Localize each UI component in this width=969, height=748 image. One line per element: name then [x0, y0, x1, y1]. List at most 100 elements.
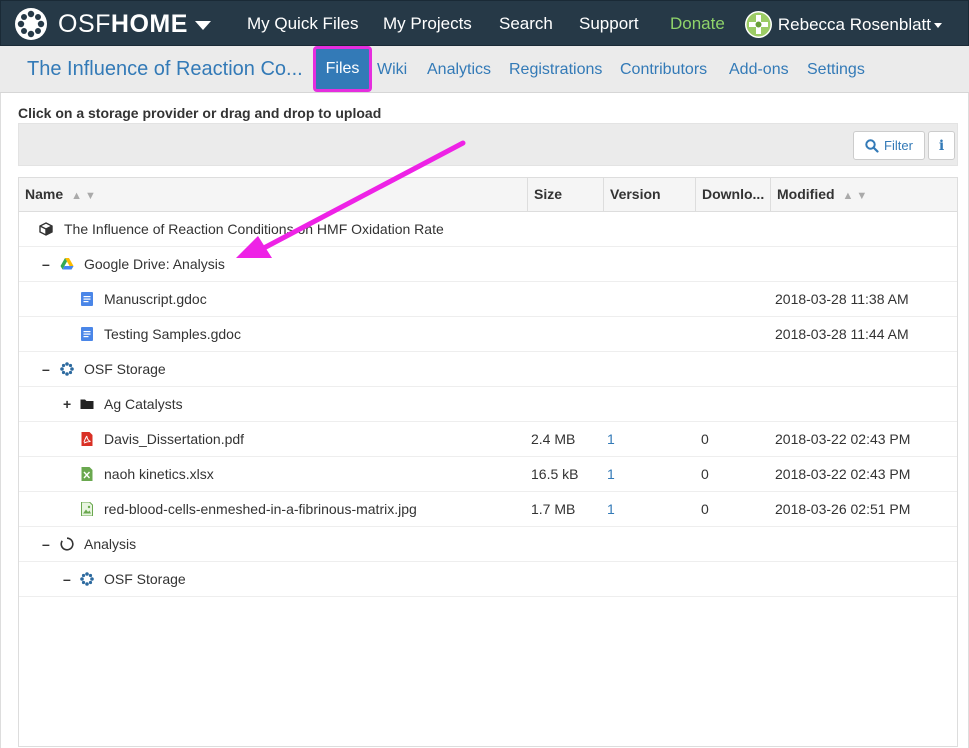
nav-my-projects[interactable]: My Projects	[383, 1, 472, 47]
avatar	[744, 11, 772, 38]
row-modified: 2018-03-28 11:44 AM	[775, 326, 909, 342]
collapse-toggle[interactable]: –	[42, 361, 50, 377]
row-name: Google Drive: Analysis	[84, 256, 225, 272]
table-row[interactable]: Manuscript.gdoc 2018-03-28 11:38 AM	[19, 282, 957, 317]
sort-icon[interactable]: ▲▼	[71, 180, 99, 212]
sort-icon[interactable]: ▲▼	[843, 180, 871, 212]
row-modified: 2018-03-28 11:38 AM	[775, 291, 909, 307]
osf-home-menu[interactable]: OSFHOME	[14, 7, 211, 41]
avatar-icon	[746, 12, 771, 37]
gdoc-icon	[81, 292, 93, 306]
user-name: Rebecca Rosenblatt	[777, 14, 931, 34]
table-row[interactable]: + Ag Catalysts	[19, 387, 957, 422]
column-size: Size	[528, 178, 604, 212]
row-downloads: 0	[701, 431, 709, 447]
tab-files[interactable]: Files	[313, 46, 372, 92]
brand-bold: HOME	[110, 9, 188, 38]
nav-label: Search	[499, 14, 553, 33]
nav-my-quick-files[interactable]: My Quick Files	[247, 1, 358, 47]
table-row[interactable]: – OSF Storage	[19, 562, 957, 597]
row-version-link[interactable]: 1	[607, 501, 615, 517]
row-modified: 2018-03-26 02:51 PM	[775, 501, 911, 517]
collapse-toggle[interactable]: –	[63, 571, 71, 587]
tab-registrations[interactable]: Registrations	[509, 61, 602, 79]
column-label: Name	[25, 186, 64, 202]
row-name: naoh kinetics.xlsx	[104, 466, 214, 482]
nav-label: My Quick Files	[247, 14, 359, 33]
top-navbar: OSFHOME My Quick Files My Projects Searc…	[0, 0, 969, 46]
project-navbar: The Influence of Reaction Co... Files Wi…	[0, 46, 969, 93]
caret-down-icon	[934, 23, 942, 28]
nav-label: Donate	[670, 14, 725, 33]
row-modified: 2018-03-22 02:43 PM	[775, 431, 911, 447]
row-name: OSF Storage	[84, 361, 166, 377]
pdf-icon	[81, 432, 93, 446]
row-name: Manuscript.gdoc	[104, 291, 207, 307]
table-row[interactable]: Testing Samples.gdoc 2018-03-28 11:44 AM	[19, 317, 957, 352]
files-panel: Click on a storage provider or drag and …	[0, 93, 969, 748]
info-button[interactable]: i	[928, 131, 955, 160]
filter-button[interactable]: Filter	[853, 131, 925, 160]
row-name: The Influence of Reaction Conditions on …	[64, 221, 444, 237]
column-label: Version	[610, 186, 661, 202]
column-downloads: Downlo...	[696, 178, 771, 212]
tab-settings[interactable]: Settings	[807, 61, 865, 79]
brand-light: OSF	[58, 9, 111, 38]
expand-toggle[interactable]: +	[63, 396, 71, 412]
nav-search[interactable]: Search	[499, 1, 553, 47]
column-name[interactable]: Name ▲▼	[19, 178, 528, 212]
nav-donate[interactable]: Donate	[670, 1, 725, 47]
tab-wiki[interactable]: Wiki	[377, 61, 407, 79]
table-row[interactable]: Davis_Dissertation.pdf 2.4 MB 1 0 2018-0…	[19, 422, 957, 457]
column-modified[interactable]: Modified ▲▼	[771, 178, 957, 212]
collapse-toggle[interactable]: –	[42, 536, 50, 552]
collapse-toggle[interactable]: –	[42, 256, 50, 272]
column-label: Downlo...	[702, 186, 765, 202]
row-size: 2.4 MB	[531, 431, 576, 447]
excel-icon	[81, 467, 93, 481]
table-row[interactable]: The Influence of Reaction Conditions on …	[19, 212, 957, 247]
row-name: Davis_Dissertation.pdf	[104, 431, 245, 447]
osf-logo-icon	[15, 8, 47, 40]
brand-name: OSFHOME	[58, 10, 188, 39]
gdoc-icon	[81, 327, 93, 341]
row-name: Ag Catalysts	[104, 396, 183, 412]
project-title[interactable]: The Influence of Reaction Co...	[27, 58, 303, 81]
tab-analytics[interactable]: Analytics	[427, 61, 491, 79]
filter-label: Filter	[884, 138, 913, 153]
row-version-link[interactable]: 1	[607, 466, 615, 482]
google-drive-icon	[60, 258, 74, 270]
file-tree-grid: Name ▲▼ Size Version Downlo... Modified ▲▼…	[18, 177, 958, 747]
component-icon	[60, 537, 74, 551]
tab-add-ons[interactable]: Add-ons	[729, 61, 789, 79]
tab-contributors[interactable]: Contributors	[620, 61, 707, 79]
table-row[interactable]: – Analysis	[19, 527, 957, 562]
table-row[interactable]: naoh kinetics.xlsx 16.5 kB 1 0 2018-03-2…	[19, 457, 957, 492]
upload-instruction: Click on a storage provider or drag and …	[18, 105, 382, 121]
row-downloads: 0	[701, 466, 709, 482]
row-downloads: 0	[701, 501, 709, 517]
table-row[interactable]: red-blood-cells-enmeshed-in-a-fibrinous-…	[19, 492, 957, 527]
caret-down-icon	[194, 21, 211, 30]
files-toolbar: Filter i	[18, 123, 958, 166]
nav-support[interactable]: Support	[579, 1, 639, 47]
folder-icon	[80, 399, 94, 409]
info-icon: i	[938, 137, 945, 154]
table-row[interactable]: – OSF Storage	[19, 352, 957, 387]
image-file-icon	[81, 502, 93, 516]
column-version: Version	[604, 178, 696, 212]
nav-label: Support	[579, 14, 639, 33]
row-size: 1.7 MB	[531, 501, 576, 517]
row-version-link[interactable]: 1	[607, 431, 615, 447]
row-name: red-blood-cells-enmeshed-in-a-fibrinous-…	[104, 501, 417, 517]
column-label: Modified	[777, 186, 835, 202]
column-label: Size	[534, 186, 563, 202]
table-row[interactable]: – Google Drive: Analysis	[19, 247, 957, 282]
nav-label: My Projects	[383, 14, 472, 33]
row-name: Analysis	[84, 536, 137, 552]
osf-storage-icon	[60, 362, 74, 376]
row-name: Testing Samples.gdoc	[104, 326, 241, 342]
user-menu[interactable]: Rebecca Rosenblatt	[744, 11, 942, 38]
row-modified: 2018-03-22 02:43 PM	[775, 466, 911, 482]
row-name: OSF Storage	[104, 571, 186, 587]
